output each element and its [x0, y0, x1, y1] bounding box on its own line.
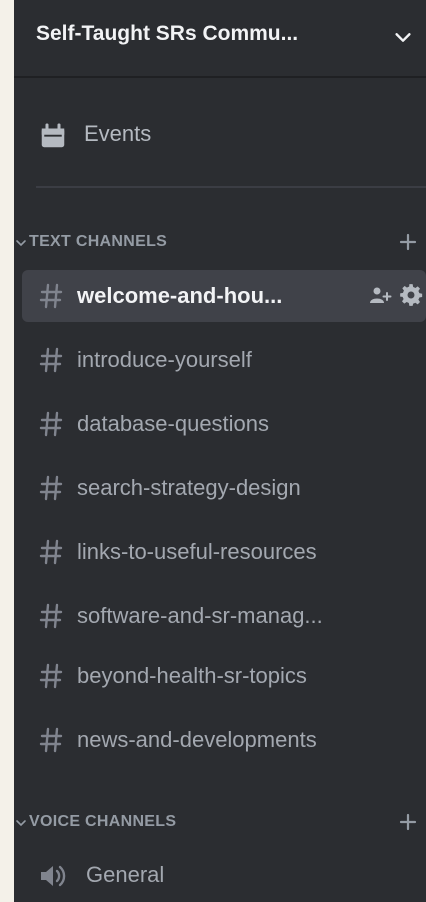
chevron-down-icon — [16, 820, 26, 827]
channel-news-and-developments[interactable]: news-and-developments — [22, 714, 426, 766]
channel-links-to-useful-resources[interactable]: links-to-useful-resources — [22, 526, 426, 578]
divider — [36, 186, 426, 188]
channel-introduce-yourself[interactable]: introduce-yourself — [22, 334, 426, 386]
channel-label: beyond-health-sr-topics — [77, 663, 307, 688]
category-label: VOICE CHANNELS — [29, 813, 177, 830]
add-member-icon[interactable] — [368, 283, 392, 307]
hashtag-icon — [39, 539, 63, 565]
server-header[interactable]: Self-Taught SRs Commu... — [14, 0, 426, 78]
channel-welcome-and-hou[interactable]: welcome-and-hou... — [22, 270, 426, 322]
channel-label: database-questions — [77, 411, 270, 436]
category-label: TEXT CHANNELS — [29, 233, 168, 250]
channel-database-questions[interactable]: database-questions — [22, 398, 426, 450]
voice-channel-general[interactable]: General — [22, 850, 426, 900]
channel-beyond-health-sr-topics[interactable]: beyond-health-sr-topics — [22, 650, 426, 702]
plus-icon[interactable] — [397, 231, 419, 253]
events-item[interactable]: Events — [22, 104, 418, 166]
channel-software-and-sr-manag[interactable]: software-and-sr-manag... — [22, 590, 426, 642]
channel-label: links-to-useful-resources — [77, 539, 317, 564]
plus-icon[interactable] — [397, 811, 419, 833]
category-text-channels[interactable]: TEXT CHANNELS — [14, 228, 426, 258]
channel-label: news-and-developments — [77, 727, 317, 752]
channel-label: software-and-sr-manag... — [77, 603, 323, 628]
events-label: Events — [84, 121, 152, 146]
hashtag-icon — [39, 347, 63, 373]
calendar-icon — [41, 123, 65, 148]
gear-icon[interactable] — [398, 282, 424, 308]
category-voice-channels[interactable]: VOICE CHANNELS — [14, 808, 426, 838]
channel-label: welcome-and-hou... — [77, 283, 283, 308]
hashtag-icon — [39, 283, 63, 309]
hashtag-icon — [39, 411, 63, 437]
channel-sidebar: Self-Taught SRs Commu... Events TEXT CHA… — [14, 0, 426, 902]
hashtag-icon — [39, 727, 63, 753]
channel-search-strategy-design[interactable]: search-strategy-design — [22, 462, 426, 514]
channel-label: General — [86, 862, 165, 887]
hashtag-icon — [39, 475, 63, 501]
channel-label: search-strategy-design — [77, 475, 301, 500]
channel-label: introduce-yourself — [77, 347, 252, 372]
server-name: Self-Taught SRs Commu... — [36, 22, 299, 45]
chevron-down-icon — [16, 240, 26, 247]
chevron-down-icon[interactable] — [392, 26, 414, 48]
hashtag-icon — [39, 663, 63, 689]
hashtag-icon — [39, 603, 63, 629]
speaker-icon — [41, 865, 66, 887]
